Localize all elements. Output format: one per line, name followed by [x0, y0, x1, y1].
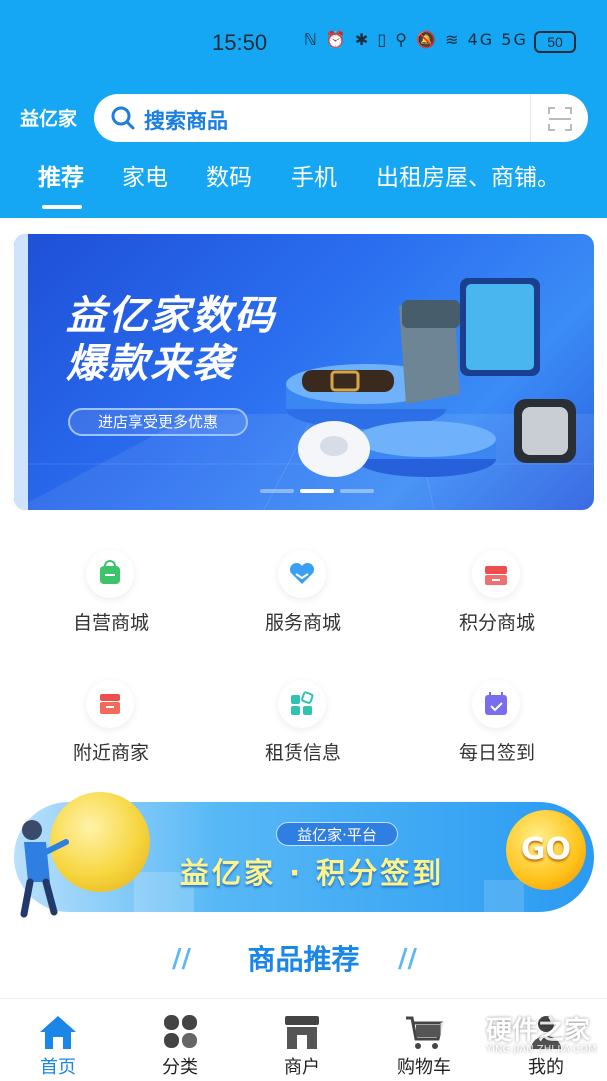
app-logo: 益亿家 [20, 108, 78, 130]
grid-points-mall[interactable]: 积分商城 [422, 550, 572, 660]
shopping-bag-icon [86, 550, 134, 598]
category-icon [164, 1015, 197, 1048]
grid-nearby-merchants[interactable]: 附近商家 [36, 680, 186, 790]
banner-cta-button[interactable]: 进店享受更多优惠 [68, 408, 248, 436]
search-icon [111, 106, 135, 130]
heart-hands-icon [278, 550, 326, 598]
tabbar-label: 首页 [40, 1057, 76, 1078]
shop-nearby-icon [86, 680, 134, 728]
checkin-go-button[interactable]: GO [506, 810, 586, 890]
grid-rental-info[interactable]: 租赁信息 [228, 680, 378, 790]
grid-label: 服务商城 [264, 612, 341, 634]
tabbar-merchant[interactable]: 商户 [252, 999, 352, 1081]
tab-digital[interactable]: 数码 [206, 158, 252, 192]
tab-phones[interactable]: 手机 [291, 158, 337, 192]
tab-recommend[interactable]: 推荐 [38, 158, 84, 192]
tabbar-label: 分类 [162, 1057, 198, 1078]
banner-pagination [260, 489, 400, 493]
search-placeholder[interactable]: 搜索商品 [144, 105, 228, 135]
tab-rental[interactable]: 出租房屋、商铺。 [376, 158, 560, 192]
checkin-title: 益亿家 · 积分签到 [180, 856, 445, 890]
grid-label: 自营商城 [72, 612, 149, 634]
person-illustration [20, 820, 69, 918]
grid-label: 积分商城 [458, 612, 535, 634]
banner-title: 益亿家数码 爆款来袭 [66, 293, 276, 387]
grid-self-mall[interactable]: 自营商城 [36, 550, 186, 660]
tab-appliances[interactable]: 家电 [122, 158, 168, 192]
home-icon [40, 1016, 76, 1049]
checkin-tag: 益亿家·平台 [276, 822, 398, 846]
scan-icon [548, 107, 572, 131]
grid-label: 每日签到 [458, 742, 535, 764]
section-title: 商品推荐 [247, 943, 360, 976]
grid-label: 附近商家 [72, 742, 149, 764]
merchant-icon [285, 1016, 319, 1049]
tabbar-label: 商户 [284, 1057, 320, 1078]
header: 15:50 ℕ ⏰ ✱ ▯ ⚲ 🔕 ≋ 4G 5G 50 益亿家 搜索商品 推荐… [0, 0, 607, 218]
category-tabs: 推荐 家电 数码 手机 出租房屋、商铺。 [0, 158, 607, 198]
promo-banner[interactable]: 益亿家数码 爆款来袭 进店享受更多优惠 [14, 234, 594, 510]
search-bar[interactable]: 搜索商品 [94, 94, 588, 142]
tabbar-category[interactable]: 分类 [130, 999, 230, 1081]
tabbar-home[interactable]: 首页 [8, 999, 108, 1081]
grid-daily-checkin[interactable]: 每日签到 [422, 680, 572, 790]
grid-label: 租赁信息 [264, 742, 341, 764]
store-icon [472, 550, 520, 598]
blocks-icon [278, 680, 326, 728]
status-icons: ℕ ⏰ ✱ ▯ ⚲ 🔕 ≋ 4G 5G [304, 30, 528, 49]
calendar-check-icon [472, 680, 520, 728]
grid-service-mall[interactable]: 服务商城 [228, 550, 378, 660]
cart-icon [406, 1016, 444, 1049]
watermark-logo-icon [440, 1012, 480, 1056]
status-time: 15:50 [212, 30, 268, 55]
scan-button[interactable] [530, 94, 588, 142]
battery-indicator: 50 [534, 31, 576, 53]
active-tab-indicator [42, 205, 82, 209]
watermark: 硬件之家 YING JIAN ZHI JIA.COM [440, 1008, 600, 1064]
section-decoration-right: // [398, 944, 417, 974]
